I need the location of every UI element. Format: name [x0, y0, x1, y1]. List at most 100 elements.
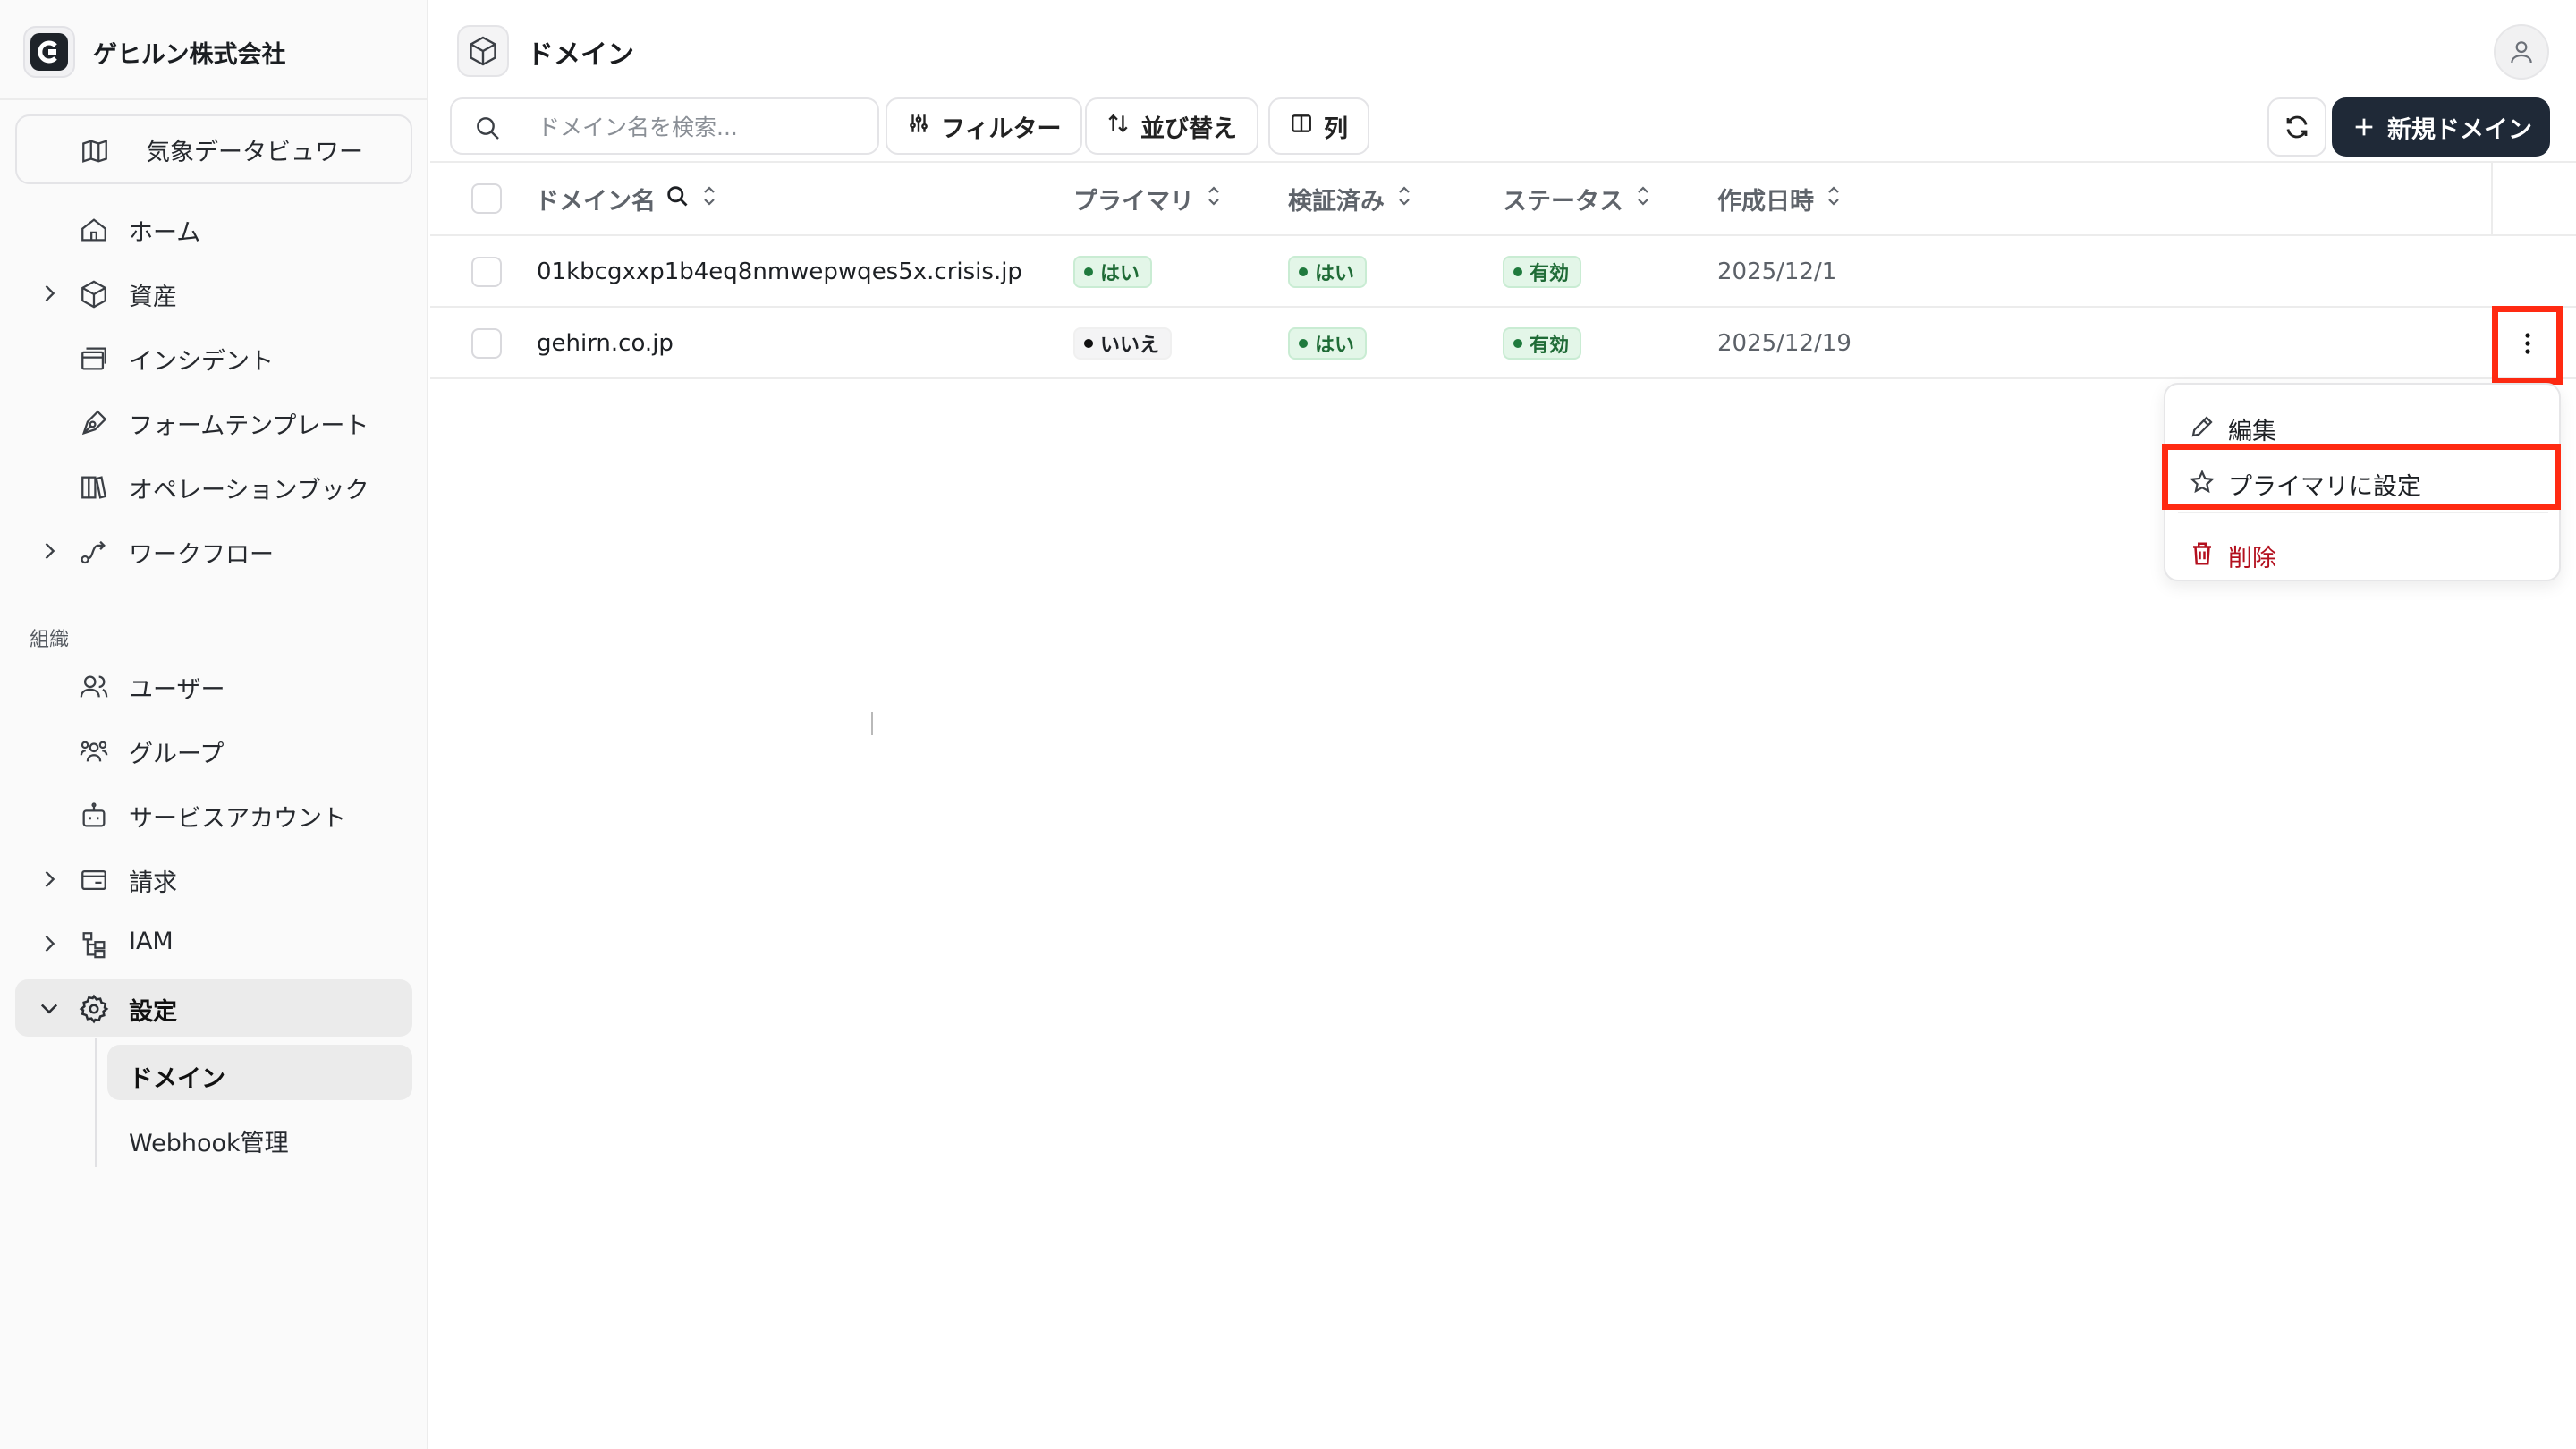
- nav-users[interactable]: ユーザー: [15, 657, 412, 715]
- nav-label: グループ: [129, 741, 225, 768]
- nav-label: 資産: [129, 284, 177, 311]
- menu-item-delete[interactable]: 削除: [2178, 528, 2548, 578]
- nav-workflow[interactable]: ワークフロー: [15, 522, 412, 580]
- company-logo: [23, 26, 75, 78]
- status-badge: 有効: [1503, 327, 1582, 360]
- group-label-organization: 組織: [30, 629, 70, 651]
- nav-label: インシデント: [129, 348, 274, 376]
- new-domain-button[interactable]: 新規ドメイン: [2332, 97, 2550, 157]
- nav-label: フォームテンプレート: [129, 412, 369, 440]
- domain-name: 01kbcgxxp1b4eq8nmwepwqes5x.crisis.jp: [537, 258, 1022, 285]
- sub-nav-webhooks[interactable]: Webhook管理: [107, 1109, 412, 1165]
- home-icon: [79, 215, 109, 245]
- nav-label: ユーザー: [129, 676, 225, 704]
- network-icon: [79, 929, 109, 960]
- map-icon: [80, 136, 110, 170]
- filter-button[interactable]: フィルター: [886, 97, 1083, 155]
- nav-label: ホーム: [129, 219, 201, 247]
- pen-icon: [79, 408, 109, 438]
- sidebar: ゲヒルン株式会社 気象データビュワー ホーム 資産 インシデント フォームテンプ…: [0, 0, 428, 1449]
- nav-billing[interactable]: 請求: [15, 851, 412, 908]
- divider: [430, 234, 2576, 236]
- trash-icon: [2189, 540, 2216, 571]
- chevron-right-icon[interactable]: [37, 931, 62, 956]
- nav-operation-books[interactable]: オペレーションブック: [15, 458, 412, 515]
- nav-form-templates[interactable]: フォームテンプレート: [15, 394, 412, 451]
- sort-chevrons-icon[interactable]: [1394, 183, 1415, 215]
- submenu-line: [95, 1038, 97, 1167]
- column-header-label: プライマリ: [1073, 188, 1194, 216]
- nav-label: オペレーションブック: [129, 477, 369, 504]
- nav-weather-viewer[interactable]: 気象データビュワー: [15, 114, 412, 184]
- sort-chevrons-icon[interactable]: [1203, 183, 1224, 215]
- org-switcher[interactable]: ゲヒルン株式会社: [23, 25, 285, 79]
- sort-chevrons-icon[interactable]: [1823, 183, 1844, 215]
- column-header-label: 検証済み: [1288, 188, 1385, 216]
- nav-iam[interactable]: IAM: [15, 915, 412, 972]
- column-header-primary[interactable]: プライマリ: [1073, 182, 1224, 216]
- search-icon: [473, 114, 502, 146]
- select-all-checkbox[interactable]: [471, 183, 502, 214]
- sort-chevrons-icon[interactable]: [699, 183, 720, 215]
- user-avatar[interactable]: [2494, 24, 2549, 80]
- filter-label: フィルター: [941, 114, 1062, 143]
- column-header-status[interactable]: ステータス: [1503, 182, 1654, 216]
- chevron-right-icon[interactable]: [37, 867, 62, 892]
- nav-label: IAM: [129, 928, 174, 955]
- verified-badge: はい: [1288, 327, 1368, 360]
- divider: [2178, 512, 2548, 513]
- columns-button[interactable]: 列: [1268, 97, 1369, 155]
- chevron-right-icon[interactable]: [37, 538, 62, 564]
- box-icon: [457, 25, 509, 77]
- nav-home[interactable]: ホーム: [15, 200, 412, 258]
- column-header-label: ドメイン名: [535, 188, 656, 216]
- column-header-label: 作成日時: [1717, 188, 1814, 216]
- chevron-down-icon[interactable]: [37, 996, 62, 1021]
- search-icon[interactable]: [665, 183, 690, 215]
- divider: [430, 306, 2576, 308]
- wallet-icon: [79, 865, 109, 895]
- columns-label: 列: [1324, 114, 1348, 143]
- column-header-domain[interactable]: ドメイン名: [535, 182, 720, 216]
- nav-service-accounts[interactable]: サービスアカウント: [15, 786, 412, 843]
- users-icon: [79, 672, 109, 702]
- nav-label: ドメイン: [129, 1065, 225, 1093]
- refresh-button[interactable]: [2267, 97, 2326, 157]
- row-checkbox[interactable]: [471, 257, 502, 287]
- books-icon: [79, 472, 109, 503]
- sort-chevrons-icon[interactable]: [1632, 183, 1654, 215]
- menu-label: 削除: [2228, 545, 2276, 572]
- sub-nav-domains[interactable]: ドメイン: [107, 1045, 412, 1100]
- divider: [2491, 161, 2493, 234]
- org-name: ゲヒルン株式会社: [93, 40, 286, 69]
- highlight-box: [2492, 306, 2563, 385]
- box-icon: [79, 279, 109, 309]
- bot-icon: [79, 801, 109, 831]
- sort-button[interactable]: 並び替え: [1085, 97, 1258, 155]
- divider: [430, 377, 2576, 379]
- column-header-verified[interactable]: 検証済み: [1288, 182, 1415, 216]
- status-badge: 有効: [1503, 256, 1582, 288]
- primary-badge: いいえ: [1073, 327, 1173, 360]
- chevron-right-icon[interactable]: [37, 281, 62, 306]
- row-checkbox[interactable]: [471, 328, 502, 359]
- nav-groups[interactable]: グループ: [15, 722, 412, 779]
- user-icon: [2511, 41, 2532, 64]
- sort-icon: [1106, 112, 1130, 141]
- divider: [430, 161, 2576, 163]
- column-header-label: ステータス: [1503, 188, 1623, 216]
- refresh-icon: [2286, 115, 2308, 139]
- new-domain-label: 新規ドメイン: [2387, 115, 2532, 144]
- domain-name: gehirn.co.jp: [537, 330, 674, 357]
- column-header-created[interactable]: 作成日時: [1717, 182, 1844, 216]
- group-icon: [79, 736, 109, 767]
- nav-label: 請求: [129, 869, 177, 897]
- gear-icon: [79, 994, 109, 1024]
- nav-assets[interactable]: 資産: [15, 265, 412, 322]
- nav-settings[interactable]: 設定: [15, 979, 412, 1037]
- nav-label: 設定: [129, 998, 177, 1026]
- menu-label: 編集: [2228, 418, 2276, 445]
- columns-icon: [1290, 112, 1313, 141]
- search-input[interactable]: [538, 108, 860, 146]
- nav-incidents[interactable]: インシデント: [15, 329, 412, 386]
